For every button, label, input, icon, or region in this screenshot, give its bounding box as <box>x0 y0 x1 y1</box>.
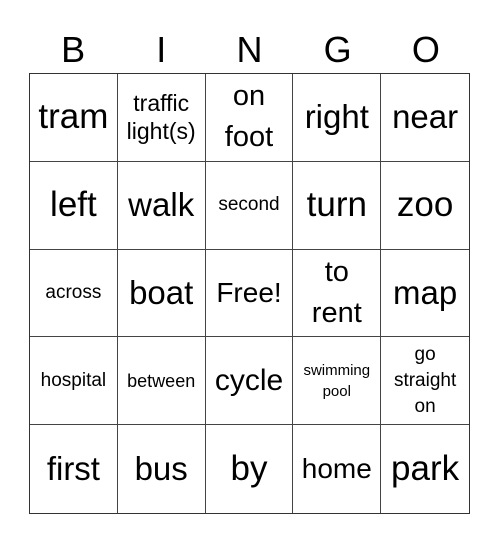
bingo-cell[interactable]: right <box>293 74 382 162</box>
bingo-cell[interactable]: boat <box>117 249 206 338</box>
cell-text: to rent <box>311 255 362 329</box>
header-letter-b: B <box>61 29 86 70</box>
bingo-cell[interactable]: home <box>293 425 382 513</box>
cell-text: cycle <box>214 363 284 397</box>
bingo-cell[interactable]: near <box>381 74 469 162</box>
cell-text: on foot <box>224 80 274 154</box>
free-space-cell[interactable]: Free! <box>205 249 294 338</box>
bingo-cell[interactable]: tram <box>30 74 118 162</box>
cell-text: by <box>230 449 268 489</box>
cell-text: park <box>391 449 460 489</box>
bingo-cell[interactable]: by <box>206 425 294 513</box>
bingo-cell[interactable]: hospital <box>30 337 118 426</box>
cell-text: hospital <box>40 369 107 391</box>
bingo-cell[interactable]: between <box>117 337 206 426</box>
bingo-cell[interactable]: traffic light(s) <box>117 74 206 162</box>
bingo-header: B I N G O <box>29 28 470 72</box>
bingo-cell[interactable]: first <box>30 425 118 513</box>
bingo-cell[interactable]: on foot <box>205 74 294 162</box>
cell-text: go straight on <box>393 343 457 417</box>
cell-text: turn <box>306 185 367 225</box>
cell-text: home <box>301 453 372 485</box>
bingo-cell[interactable]: cycle <box>205 337 294 426</box>
bingo-grid: tram traffic light(s) on foot right near… <box>29 73 470 514</box>
cell-text: tram <box>38 97 109 137</box>
free-space-text: Free! <box>216 276 282 308</box>
cell-text: near <box>392 98 459 136</box>
cell-text: between <box>127 370 196 391</box>
cell-text: traffic light(s) <box>126 90 196 145</box>
cell-text: left <box>50 185 97 225</box>
cell-text: boat <box>129 273 194 311</box>
cell-text: right <box>304 98 369 136</box>
bingo-cell[interactable]: walk <box>117 161 206 250</box>
cell-text: walk <box>128 186 195 224</box>
cell-text: bus <box>134 450 188 488</box>
header-letter-o: O <box>411 29 440 70</box>
bingo-cell[interactable]: turn <box>293 161 382 250</box>
bingo-cell[interactable]: park <box>381 425 469 513</box>
bingo-cell[interactable]: swimming pool <box>293 337 382 426</box>
bingo-cell[interactable]: map <box>381 250 469 338</box>
header-letter-g: G <box>323 29 352 70</box>
bingo-cell[interactable]: to rent <box>293 249 382 338</box>
header-letter-i: I <box>156 29 167 70</box>
cell-text: first <box>46 450 100 488</box>
cell-text: zoo <box>396 185 454 225</box>
bingo-cell[interactable]: go straight on <box>381 337 469 426</box>
bingo-cell[interactable]: zoo <box>381 162 469 250</box>
bingo-cell[interactable]: second <box>205 161 294 250</box>
cell-text: swimming pool <box>303 361 371 400</box>
bingo-cell[interactable]: left <box>30 161 118 250</box>
cell-text: second <box>218 194 280 216</box>
bingo-cell[interactable]: across <box>30 249 118 338</box>
cell-text: across <box>45 281 102 303</box>
cell-text: map <box>392 273 458 311</box>
bingo-cell[interactable]: bus <box>118 425 206 513</box>
header-letter-n: N <box>236 29 263 70</box>
